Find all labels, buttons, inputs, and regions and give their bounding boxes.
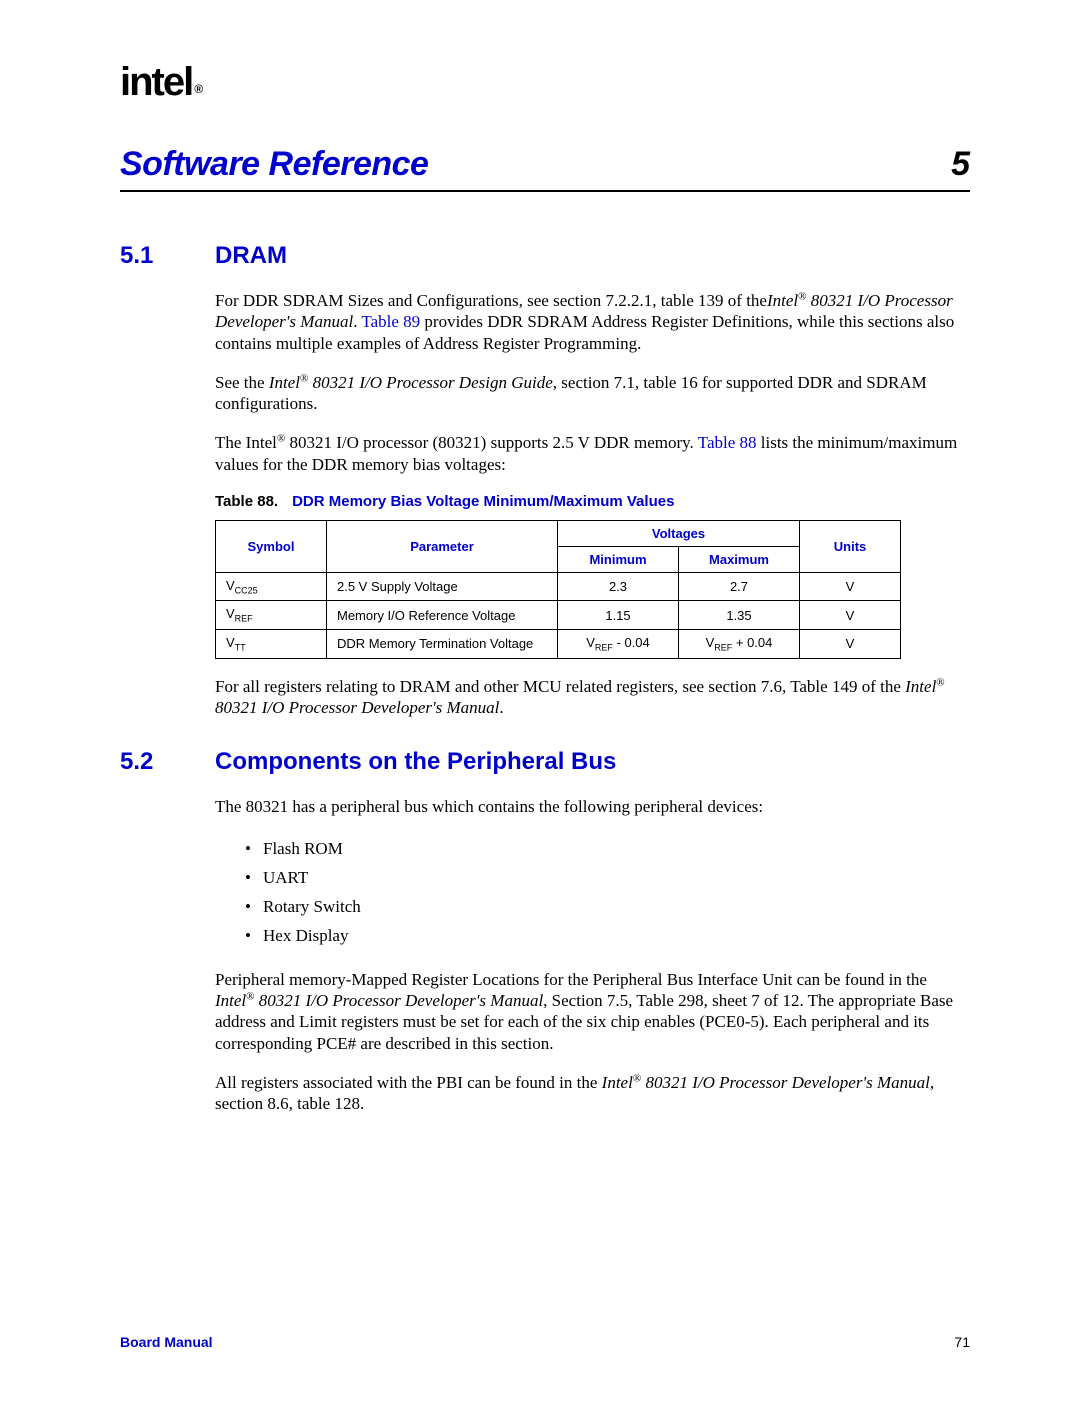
list-item: UART bbox=[245, 864, 970, 893]
th-voltages: Voltages bbox=[558, 520, 800, 546]
page-footer: Board Manual 71 bbox=[120, 1334, 970, 1350]
table-88-link[interactable]: Table 88 bbox=[698, 433, 757, 452]
table-row: VTT DDR Memory Termination Voltage VREF … bbox=[216, 629, 901, 658]
list-item: Flash ROM bbox=[245, 835, 970, 864]
section-5-2-num: 5.2 bbox=[120, 748, 215, 776]
logo-text: intel bbox=[120, 60, 192, 104]
section-5-2-title: Components on the Peripheral Bus bbox=[215, 748, 616, 776]
list-item: Rotary Switch bbox=[245, 893, 970, 922]
th-parameter: Parameter bbox=[327, 520, 558, 572]
peripheral-list: Flash ROM UART Rotary Switch Hex Display bbox=[245, 835, 970, 951]
chapter-title: Software Reference bbox=[120, 145, 428, 184]
th-symbol: Symbol bbox=[216, 520, 327, 572]
table-89-link[interactable]: Table 89 bbox=[361, 312, 420, 331]
section-5-1-title: DRAM bbox=[215, 242, 287, 270]
table-row: VREF Memory I/O Reference Voltage 1.15 1… bbox=[216, 601, 901, 630]
section-5-1-num: 5.1 bbox=[120, 242, 215, 270]
table-88-caption: Table 88.DDR Memory Bias Voltage Minimum… bbox=[215, 493, 970, 510]
footer-page-number: 71 bbox=[954, 1334, 970, 1350]
section-5-1-para-2: See the Intel® 80321 I/O Processor Desig… bbox=[215, 372, 970, 415]
footer-left: Board Manual bbox=[120, 1334, 213, 1350]
section-5-1-heading: 5.1 DRAM bbox=[120, 242, 970, 270]
section-5-1-para-3: The Intel® 80321 I/O processor (80321) s… bbox=[215, 432, 970, 475]
section-5-1-para-4: For all registers relating to DRAM and o… bbox=[215, 676, 970, 719]
chapter-number: 5 bbox=[951, 145, 970, 184]
intel-logo: intel® bbox=[120, 60, 970, 105]
page: intel® Software Reference 5 5.1 DRAM For… bbox=[0, 0, 1080, 1410]
section-5-1-para-1: For DDR SDRAM Sizes and Configurations, … bbox=[215, 290, 970, 354]
section-5-2-para-2: Peripheral memory-Mapped Register Locati… bbox=[215, 969, 970, 1054]
chapter-header: Software Reference 5 bbox=[120, 145, 970, 192]
section-5-2-para-3: All registers associated with the PBI ca… bbox=[215, 1072, 970, 1115]
th-minimum: Minimum bbox=[558, 546, 679, 572]
logo-reg: ® bbox=[194, 82, 203, 96]
list-item: Hex Display bbox=[245, 922, 970, 951]
table-88: Symbol Parameter Voltages Units Minimum … bbox=[215, 520, 901, 659]
section-5-2-para-1: The 80321 has a peripheral bus which con… bbox=[215, 796, 970, 817]
table-row: VCC25 2.5 V Supply Voltage 2.3 2.7 V bbox=[216, 572, 901, 601]
th-maximum: Maximum bbox=[679, 546, 800, 572]
th-units: Units bbox=[800, 520, 901, 572]
table-header-row-1: Symbol Parameter Voltages Units bbox=[216, 520, 901, 546]
section-5-2-heading: 5.2 Components on the Peripheral Bus bbox=[120, 748, 970, 776]
